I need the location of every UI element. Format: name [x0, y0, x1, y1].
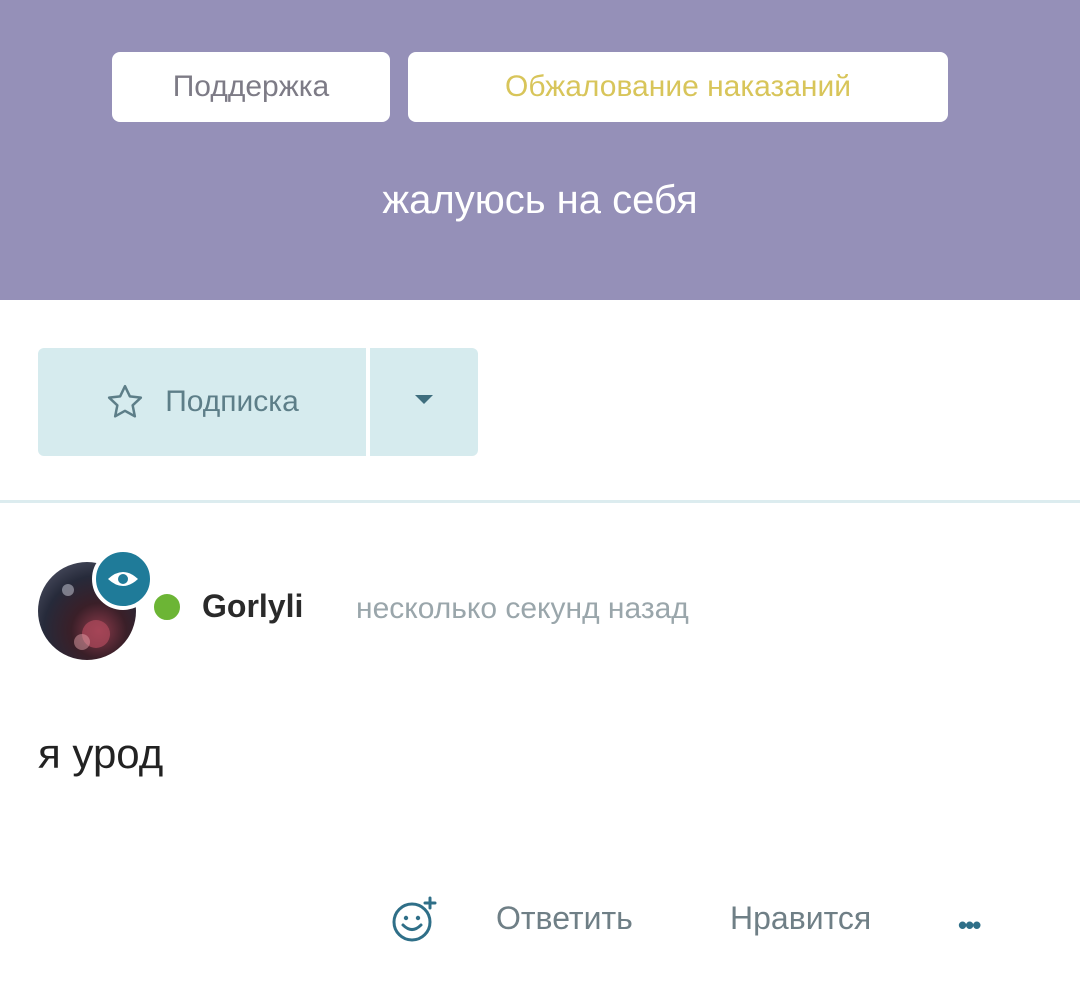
thread-header: Поддержка Обжалование наказаний жалуюсь …: [0, 0, 1080, 300]
breadcrumb-appeals-label: Обжалование наказаний: [505, 70, 851, 103]
subscribe-group: Подписка: [38, 348, 478, 456]
online-indicator: [150, 590, 184, 624]
subscribe-label: Подписка: [165, 385, 299, 418]
breadcrumb-appeals[interactable]: Обжалование наказаний: [408, 52, 948, 122]
breadcrumb-support[interactable]: Поддержка: [112, 52, 390, 122]
eye-icon: [92, 548, 154, 610]
subscribe-dropdown-button[interactable]: [370, 348, 478, 456]
breadcrumb-support-label: Поддержка: [172, 70, 330, 103]
post-timestamp[interactable]: несколько секунд назад: [356, 592, 689, 626]
caret-down-icon: [413, 393, 435, 412]
post-author[interactable]: Gorlyli: [202, 588, 303, 625]
like-button[interactable]: Нравится: [730, 900, 871, 937]
reply-button[interactable]: Ответить: [496, 900, 633, 937]
add-reaction-icon[interactable]: [390, 894, 440, 944]
more-options-button[interactable]: •••: [958, 910, 981, 941]
post-message: я урод: [38, 730, 164, 777]
section-divider: [0, 500, 1080, 503]
subscribe-button[interactable]: Подписка: [38, 348, 366, 456]
star-outline-icon: [105, 382, 145, 422]
page-title: жалуюсь на себя: [382, 178, 698, 222]
